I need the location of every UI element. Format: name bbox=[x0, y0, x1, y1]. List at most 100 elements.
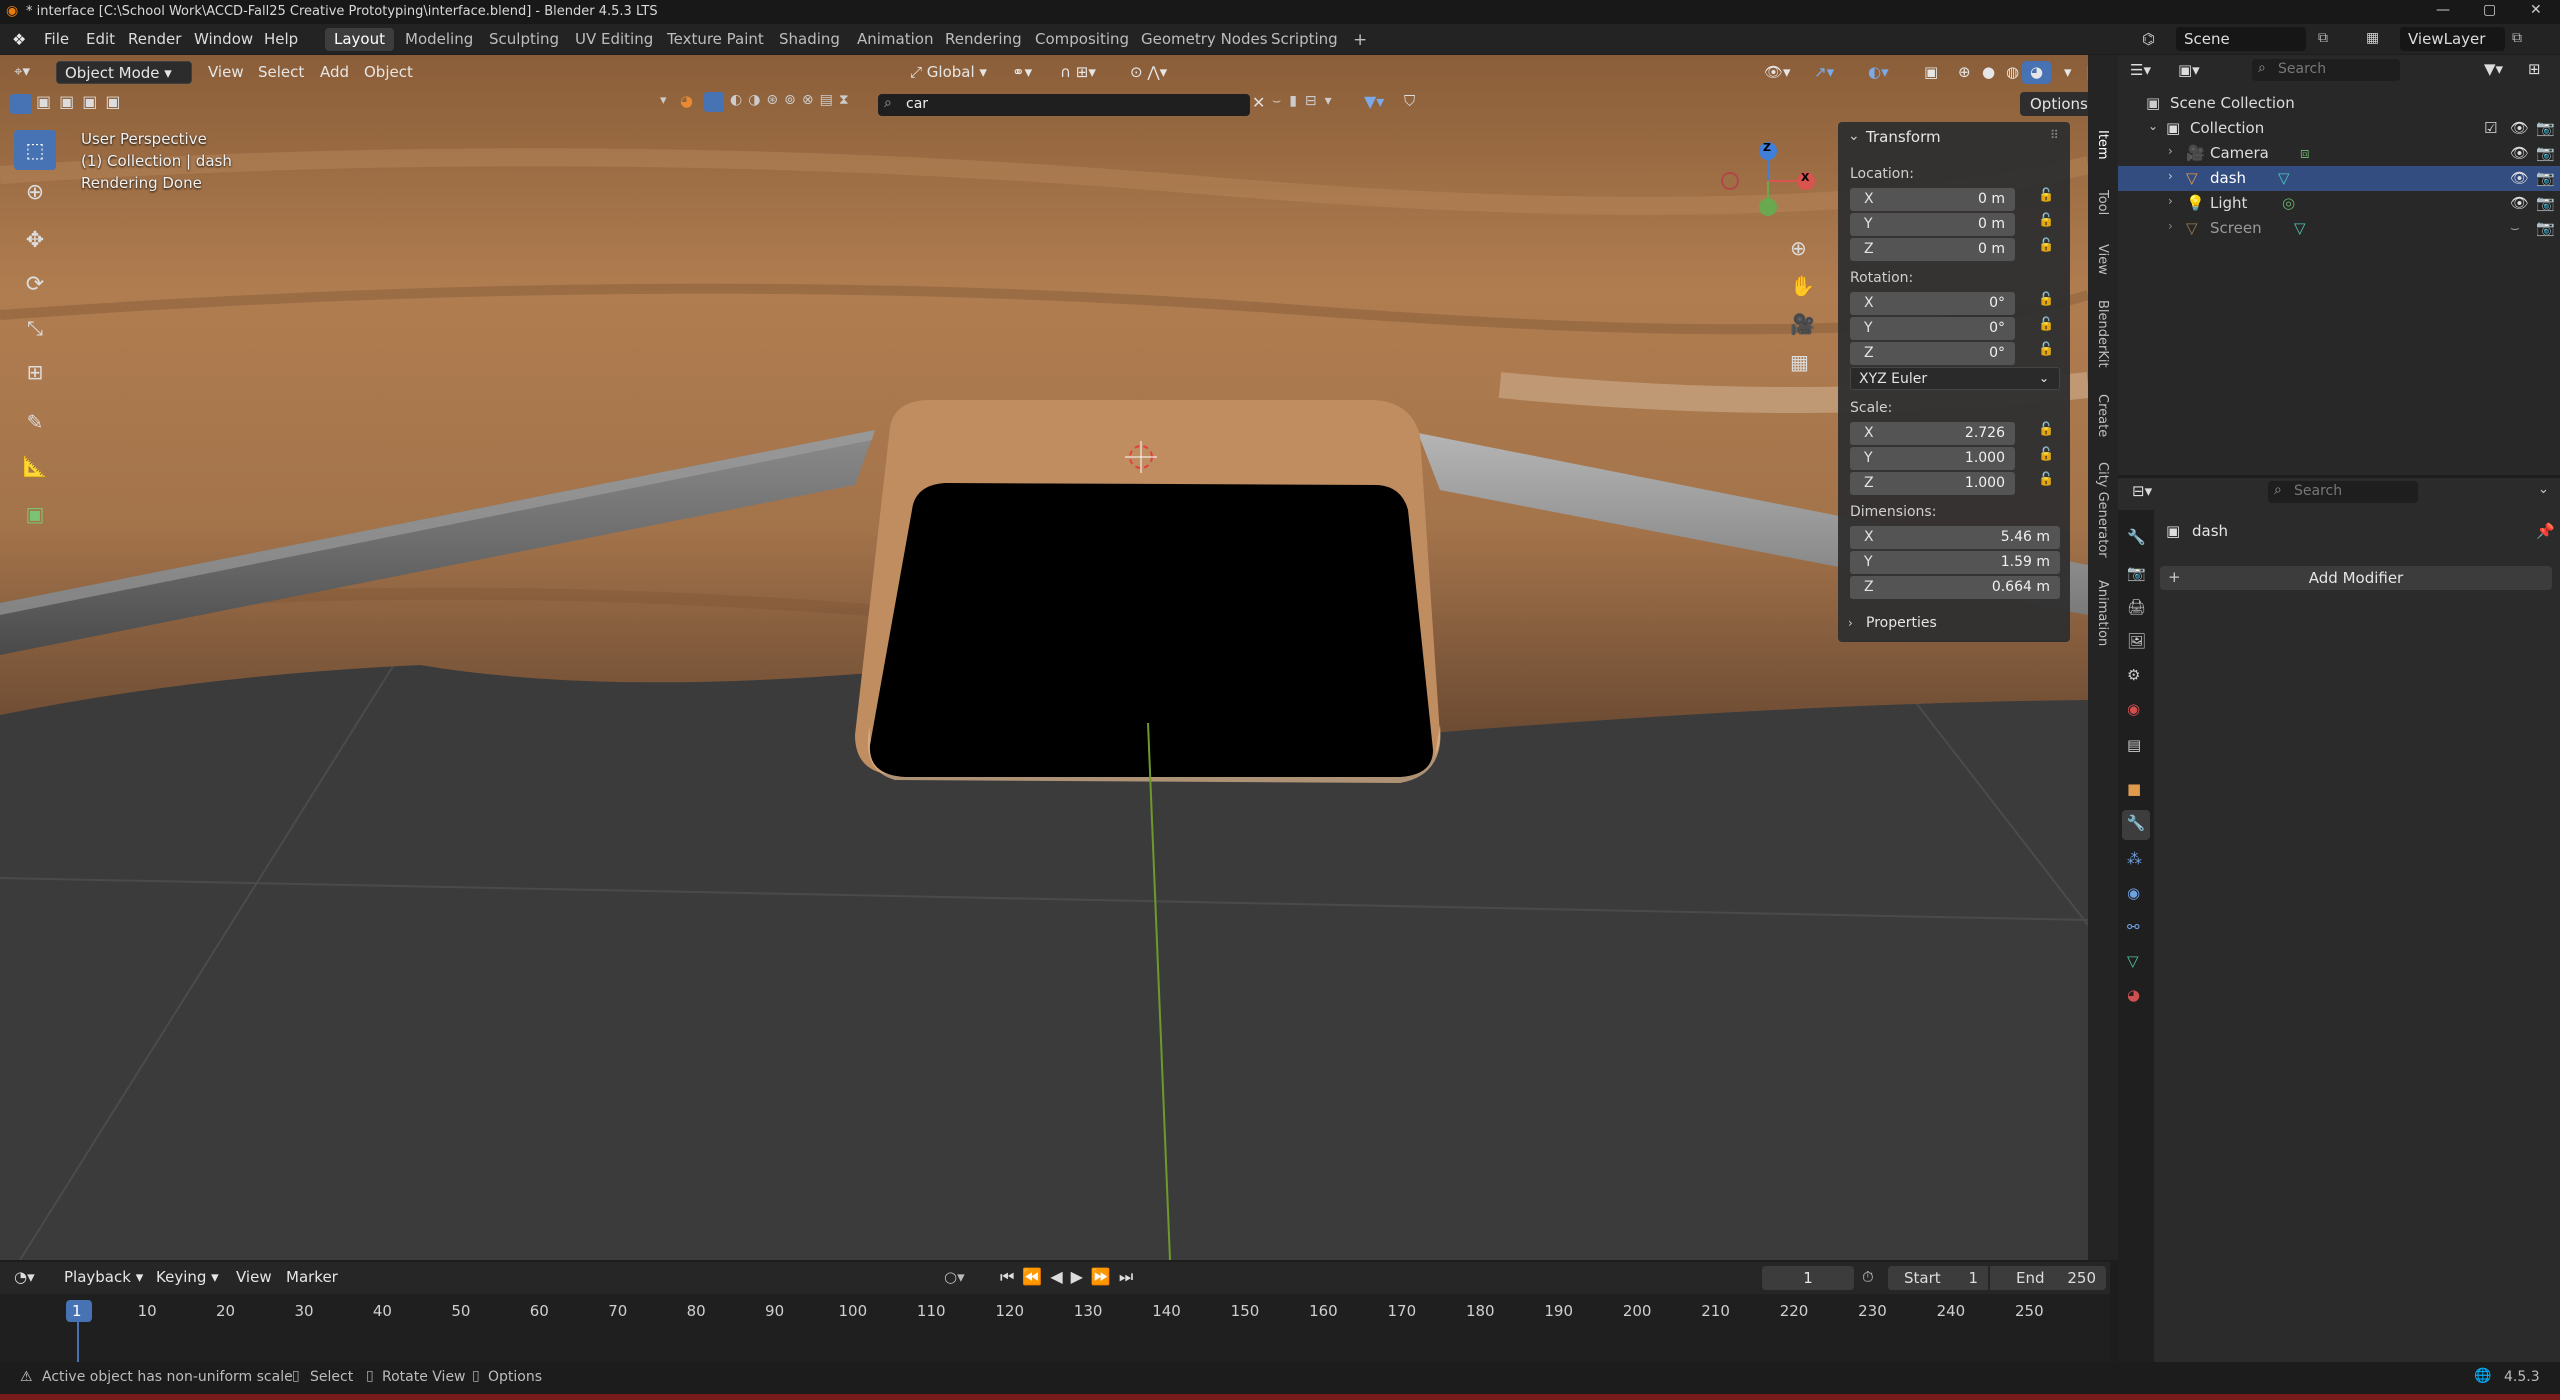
scale-y-field[interactable]: Y 1.000 bbox=[1850, 447, 2015, 470]
rotation-mode-dropdown[interactable]: XYZ Euler ⌄ bbox=[1850, 367, 2060, 390]
eye-icon[interactable]: 👁 bbox=[2510, 119, 2529, 137]
rotation-y-field[interactable]: Y 0° bbox=[1850, 317, 2015, 340]
lock-icon[interactable]: 🔓 bbox=[2038, 292, 2054, 307]
clear-search-icon[interactable]: ✕ bbox=[1252, 93, 1265, 112]
eye-icon[interactable]: 👁 bbox=[2510, 144, 2529, 162]
data-tab-icon[interactable]: ▽ bbox=[2127, 952, 2139, 970]
navigation-gizmo[interactable]: Z X bbox=[1720, 135, 1820, 225]
checkbox-icon[interactable]: ☑ bbox=[2484, 119, 2497, 137]
select-mode-icons[interactable]: ▣▣▣▣ bbox=[36, 92, 128, 111]
collapse-chevron-icon[interactable]: ⌄ bbox=[1848, 128, 1860, 144]
outliner-item-dash[interactable]: › ▽ dash ▽ 👁 📷 bbox=[2118, 166, 2560, 191]
menu-help[interactable]: Help bbox=[264, 30, 298, 48]
modifier-tab-icon[interactable]: 🔧 bbox=[2122, 810, 2150, 840]
tab-create[interactable]: Create bbox=[2088, 394, 2110, 437]
render-camera-icon[interactable]: 📷 bbox=[2536, 194, 2555, 212]
playhead-line[interactable] bbox=[77, 1322, 79, 1362]
filter-options-icons[interactable]: ⌣▮⊟▾ bbox=[1272, 93, 1340, 109]
render-camera-icon[interactable]: 📷 bbox=[2536, 219, 2555, 237]
location-x-field[interactable]: X 0 m bbox=[1850, 188, 2015, 211]
visibility-icon[interactable]: 👁▾ bbox=[1756, 61, 1799, 84]
transform-orientation-selector[interactable]: ⤢ Global ▾ bbox=[902, 61, 995, 84]
expand-chevron-icon[interactable]: › bbox=[1848, 616, 1853, 630]
outliner-editor-icon[interactable]: ☰▾ bbox=[2130, 61, 2151, 79]
menu-render[interactable]: Render bbox=[128, 30, 181, 48]
render-camera-icon[interactable]: 📷 bbox=[2536, 169, 2555, 187]
scale-x-field[interactable]: X 2.726 bbox=[1850, 422, 2015, 445]
dimensions-z-field[interactable]: Z 0.664 m bbox=[1850, 576, 2060, 599]
snap-icon[interactable]: ∩ ⊞▾ bbox=[1052, 61, 1104, 84]
xray-icon[interactable]: ▣ bbox=[1916, 61, 1946, 84]
mode-selector[interactable]: Object Mode ▾ bbox=[56, 61, 192, 84]
tab-animation[interactable]: Animation bbox=[848, 28, 942, 51]
location-y-field[interactable]: Y 0 m bbox=[1850, 213, 2015, 236]
tab-animation-side[interactable]: Animation bbox=[2088, 580, 2110, 646]
outliner-item-screen[interactable]: › ▽ Screen ▽ ⌣ 📷 bbox=[2118, 216, 2560, 241]
light-data-icon[interactable]: ◎ bbox=[2282, 194, 2295, 212]
maximize-button[interactable]: ▢ bbox=[2483, 2, 2496, 18]
add-modifier-button[interactable]: + Add Modifier bbox=[2160, 566, 2552, 590]
lock-icon[interactable]: 🔓 bbox=[2038, 472, 2054, 487]
transform-tool[interactable]: ⊞ bbox=[14, 352, 56, 392]
annotate-tool[interactable]: ✎ bbox=[14, 402, 56, 442]
world-tab-icon[interactable]: ◉ bbox=[2127, 700, 2140, 718]
blender-menu-icon[interactable]: ❖ bbox=[12, 30, 26, 49]
3d-viewport[interactable] bbox=[0, 55, 2088, 1260]
tab-uv-editing[interactable]: UV Editing bbox=[566, 28, 662, 51]
particles-tab-icon[interactable]: ⁂ bbox=[2127, 850, 2142, 868]
options-button[interactable]: Options bbox=[2020, 92, 2098, 116]
tab-rendering[interactable]: Rendering bbox=[936, 28, 1031, 51]
drag-handle-icon[interactable]: ⠿ bbox=[2050, 128, 2059, 142]
expand-chevron-icon[interactable]: › bbox=[2168, 169, 2173, 183]
object-tab-icon[interactable]: ■ bbox=[2127, 780, 2141, 798]
cursor-tool[interactable]: ⊕ bbox=[14, 172, 56, 212]
collection-row[interactable]: ⌄ ▣ Collection ☑ 👁 📷 bbox=[2118, 116, 2560, 141]
render-tab-icon[interactable]: 📷 bbox=[2127, 564, 2146, 582]
material-tab-icon[interactable]: ◕ bbox=[2127, 986, 2140, 1004]
outliner-item-camera[interactable]: › 🎥 Camera ⧈ 👁 📷 bbox=[2118, 141, 2560, 166]
outliner-search-input[interactable]: ⌕ Search bbox=[2252, 59, 2400, 81]
lock-icon[interactable]: 🔓 bbox=[2038, 422, 2054, 437]
viewlayer-selector[interactable]: ViewLayer bbox=[2400, 27, 2505, 51]
tab-scripting[interactable]: Scripting bbox=[1262, 28, 1347, 51]
collapse-icon[interactable]: ▾ bbox=[660, 93, 667, 108]
shield-icon[interactable]: ⛉ bbox=[1404, 92, 1415, 110]
pivot-point-icon[interactable]: ⚭▾ bbox=[1004, 61, 1040, 84]
camera-data-icon[interactable]: ⧈ bbox=[2300, 144, 2310, 162]
add-cube-tool[interactable]: ▣ bbox=[14, 494, 56, 534]
move-tool[interactable]: ✥ bbox=[14, 220, 56, 260]
select-new-icon[interactable] bbox=[10, 94, 32, 114]
render-camera-icon[interactable]: 📷 bbox=[2536, 119, 2555, 137]
add-workspace-button[interactable]: + bbox=[1344, 28, 1376, 51]
lock-icon[interactable]: 🔓 bbox=[2038, 213, 2054, 228]
dimensions-y-field[interactable]: Y 1.59 m bbox=[1850, 551, 2060, 574]
editor-type-icon[interactable]: ⌖▾ bbox=[14, 62, 30, 80]
collection-tab-icon[interactable]: ▤ bbox=[2127, 736, 2141, 754]
filter-funnel-icon[interactable]: ▼▾ bbox=[1364, 92, 1384, 111]
tab-modeling[interactable]: Modeling bbox=[396, 28, 482, 51]
scene-selector[interactable]: Scene bbox=[2176, 27, 2306, 51]
menu-select[interactable]: Select bbox=[250, 61, 312, 84]
menu-edit[interactable]: Edit bbox=[86, 30, 115, 48]
tab-blenderkit[interactable]: BlenderKit bbox=[2088, 300, 2110, 368]
expand-chevron-icon[interactable]: › bbox=[2168, 219, 2173, 233]
rotation-x-field[interactable]: X 0° bbox=[1850, 292, 2015, 315]
expand-chevron-icon[interactable]: ⌄ bbox=[2148, 119, 2158, 133]
tab-tool[interactable]: Tool bbox=[2088, 190, 2110, 215]
filter-funnel-icon[interactable]: ▼▾ bbox=[2484, 60, 2503, 78]
rotate-tool[interactable]: ⟳ bbox=[14, 264, 56, 304]
new-viewlayer-icon[interactable]: ⧉ bbox=[2512, 30, 2522, 46]
measure-tool[interactable]: 📐 bbox=[14, 446, 56, 486]
pin-icon[interactable]: 📌 bbox=[2536, 522, 2555, 540]
mesh-data-icon[interactable]: ▽ bbox=[2294, 219, 2306, 237]
scale-tool[interactable]: ⤡ bbox=[14, 308, 56, 348]
proportional-edit-icon[interactable]: ⊙ ⋀▾ bbox=[1122, 61, 1175, 84]
eye-icon[interactable]: 👁 bbox=[2510, 194, 2529, 212]
rotation-z-field[interactable]: Z 0° bbox=[1850, 342, 2015, 365]
properties-subpanel[interactable]: Properties bbox=[1866, 615, 1937, 631]
chevron-down-icon[interactable]: ⌄ bbox=[2538, 482, 2549, 497]
eye-icon[interactable]: 👁 bbox=[2510, 169, 2529, 187]
tab-layout[interactable]: Layout bbox=[325, 28, 394, 51]
scene-icon[interactable]: ⌬ bbox=[2142, 30, 2155, 48]
view-layer-tab-icon[interactable]: 🖼 bbox=[2127, 632, 2146, 650]
